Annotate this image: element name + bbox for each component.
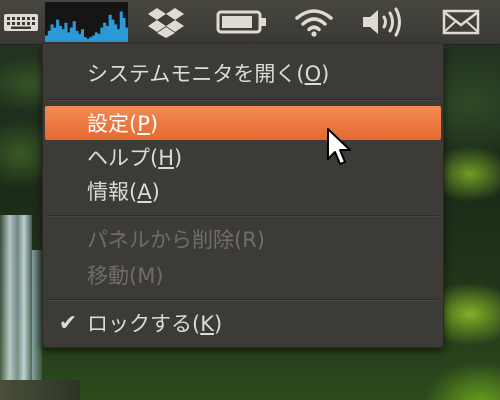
menu-item-label: パネルから削除(R)	[87, 228, 265, 252]
cpu-graph-bar	[116, 29, 120, 42]
cpu-graph-bar	[86, 38, 90, 42]
cpu-graph-bar	[78, 34, 82, 42]
messaging-indicator[interactable]	[433, 0, 489, 44]
menu-item-remove-from-panel[interactable]: パネルから削除(R)	[45, 222, 441, 256]
sound-indicator[interactable]	[358, 0, 408, 44]
cpu-graph-bar	[105, 26, 109, 42]
cpu-graph-bar	[111, 19, 115, 42]
dropbox-indicator[interactable]	[148, 0, 184, 44]
cpu-graph-bar	[114, 24, 118, 42]
menu-item-label: システムモニタを開く(O)	[87, 62, 330, 86]
wallpaper-waterfall-spray	[32, 250, 42, 400]
checkmark-icon: ✔	[58, 310, 78, 336]
menu-item-open-system-monitor[interactable]: システムモニタを開く(O)	[45, 56, 441, 90]
cpu-graph-bar	[94, 32, 98, 42]
cpu-graph-bar	[61, 29, 65, 42]
cpu-graph-bar	[108, 14, 112, 42]
cpu-graph-bar	[47, 30, 51, 42]
cpu-graph-bar	[97, 34, 101, 42]
menu-item-preferences[interactable]: 設定(P)	[45, 106, 441, 140]
wifi-icon	[295, 9, 333, 37]
cpu-graph-bar	[75, 30, 79, 42]
menu-item-label: ロックする(K)	[87, 312, 223, 336]
wallpaper-waterfall	[0, 215, 32, 400]
cpu-graph-bar	[45, 35, 49, 42]
cpu-graph-bar	[56, 19, 60, 42]
cpu-graph-bar	[83, 37, 87, 42]
cpu-graph-bar	[58, 26, 62, 42]
top-panel	[0, 0, 500, 45]
system-monitor-indicator[interactable]	[45, 2, 128, 42]
battery-icon	[216, 10, 266, 34]
battery-indicator[interactable]	[214, 0, 270, 44]
cpu-graph-bar	[100, 27, 104, 42]
cpu-graph-bar	[122, 18, 126, 42]
cpu-graph-icon	[45, 11, 128, 42]
menu-separator	[47, 215, 439, 217]
menu-item-label: 設定(P)	[87, 112, 159, 136]
keyboard-icon	[4, 14, 38, 31]
system-monitor-menu: システムモニタを開く(O) 設定(P) ヘルプ(H) 情報(A) パネルから削除…	[42, 44, 444, 348]
menu-item-lock[interactable]: ✔ ロックする(K)	[45, 306, 441, 340]
cpu-graph-bar	[89, 37, 93, 42]
cpu-graph-bar	[67, 32, 71, 42]
wallpaper-rocks	[0, 380, 80, 400]
cpu-graph-bar	[50, 24, 54, 42]
menu-separator	[47, 99, 439, 101]
cpu-graph-bar	[53, 27, 57, 42]
keyboard-indicator[interactable]	[0, 0, 42, 44]
menu-item-move[interactable]: 移動(M)	[45, 258, 441, 292]
envelope-icon	[442, 9, 480, 35]
cpu-graph-bar	[103, 22, 107, 42]
cpu-graph-bar	[125, 27, 128, 42]
menu-item-label: 移動(M)	[87, 264, 164, 288]
menu-item-help[interactable]: ヘルプ(H)	[45, 140, 441, 174]
cpu-graph-bar	[72, 21, 76, 42]
cpu-graph-bar	[119, 11, 123, 42]
dropbox-icon	[148, 8, 184, 38]
menu-separator	[47, 299, 439, 301]
wifi-indicator[interactable]	[289, 0, 339, 44]
cpu-graph-bar	[92, 35, 96, 42]
menu-item-label: ヘルプ(H)	[87, 146, 183, 170]
cpu-graph-bar	[80, 29, 85, 42]
menu-item-about[interactable]: 情報(A)	[45, 174, 441, 208]
menu-item-label: 情報(A)	[87, 180, 160, 204]
mouse-pointer-icon	[327, 128, 351, 165]
cpu-graph-bar	[64, 22, 68, 42]
cpu-graph-bar	[69, 27, 73, 42]
speaker-icon	[363, 7, 401, 37]
